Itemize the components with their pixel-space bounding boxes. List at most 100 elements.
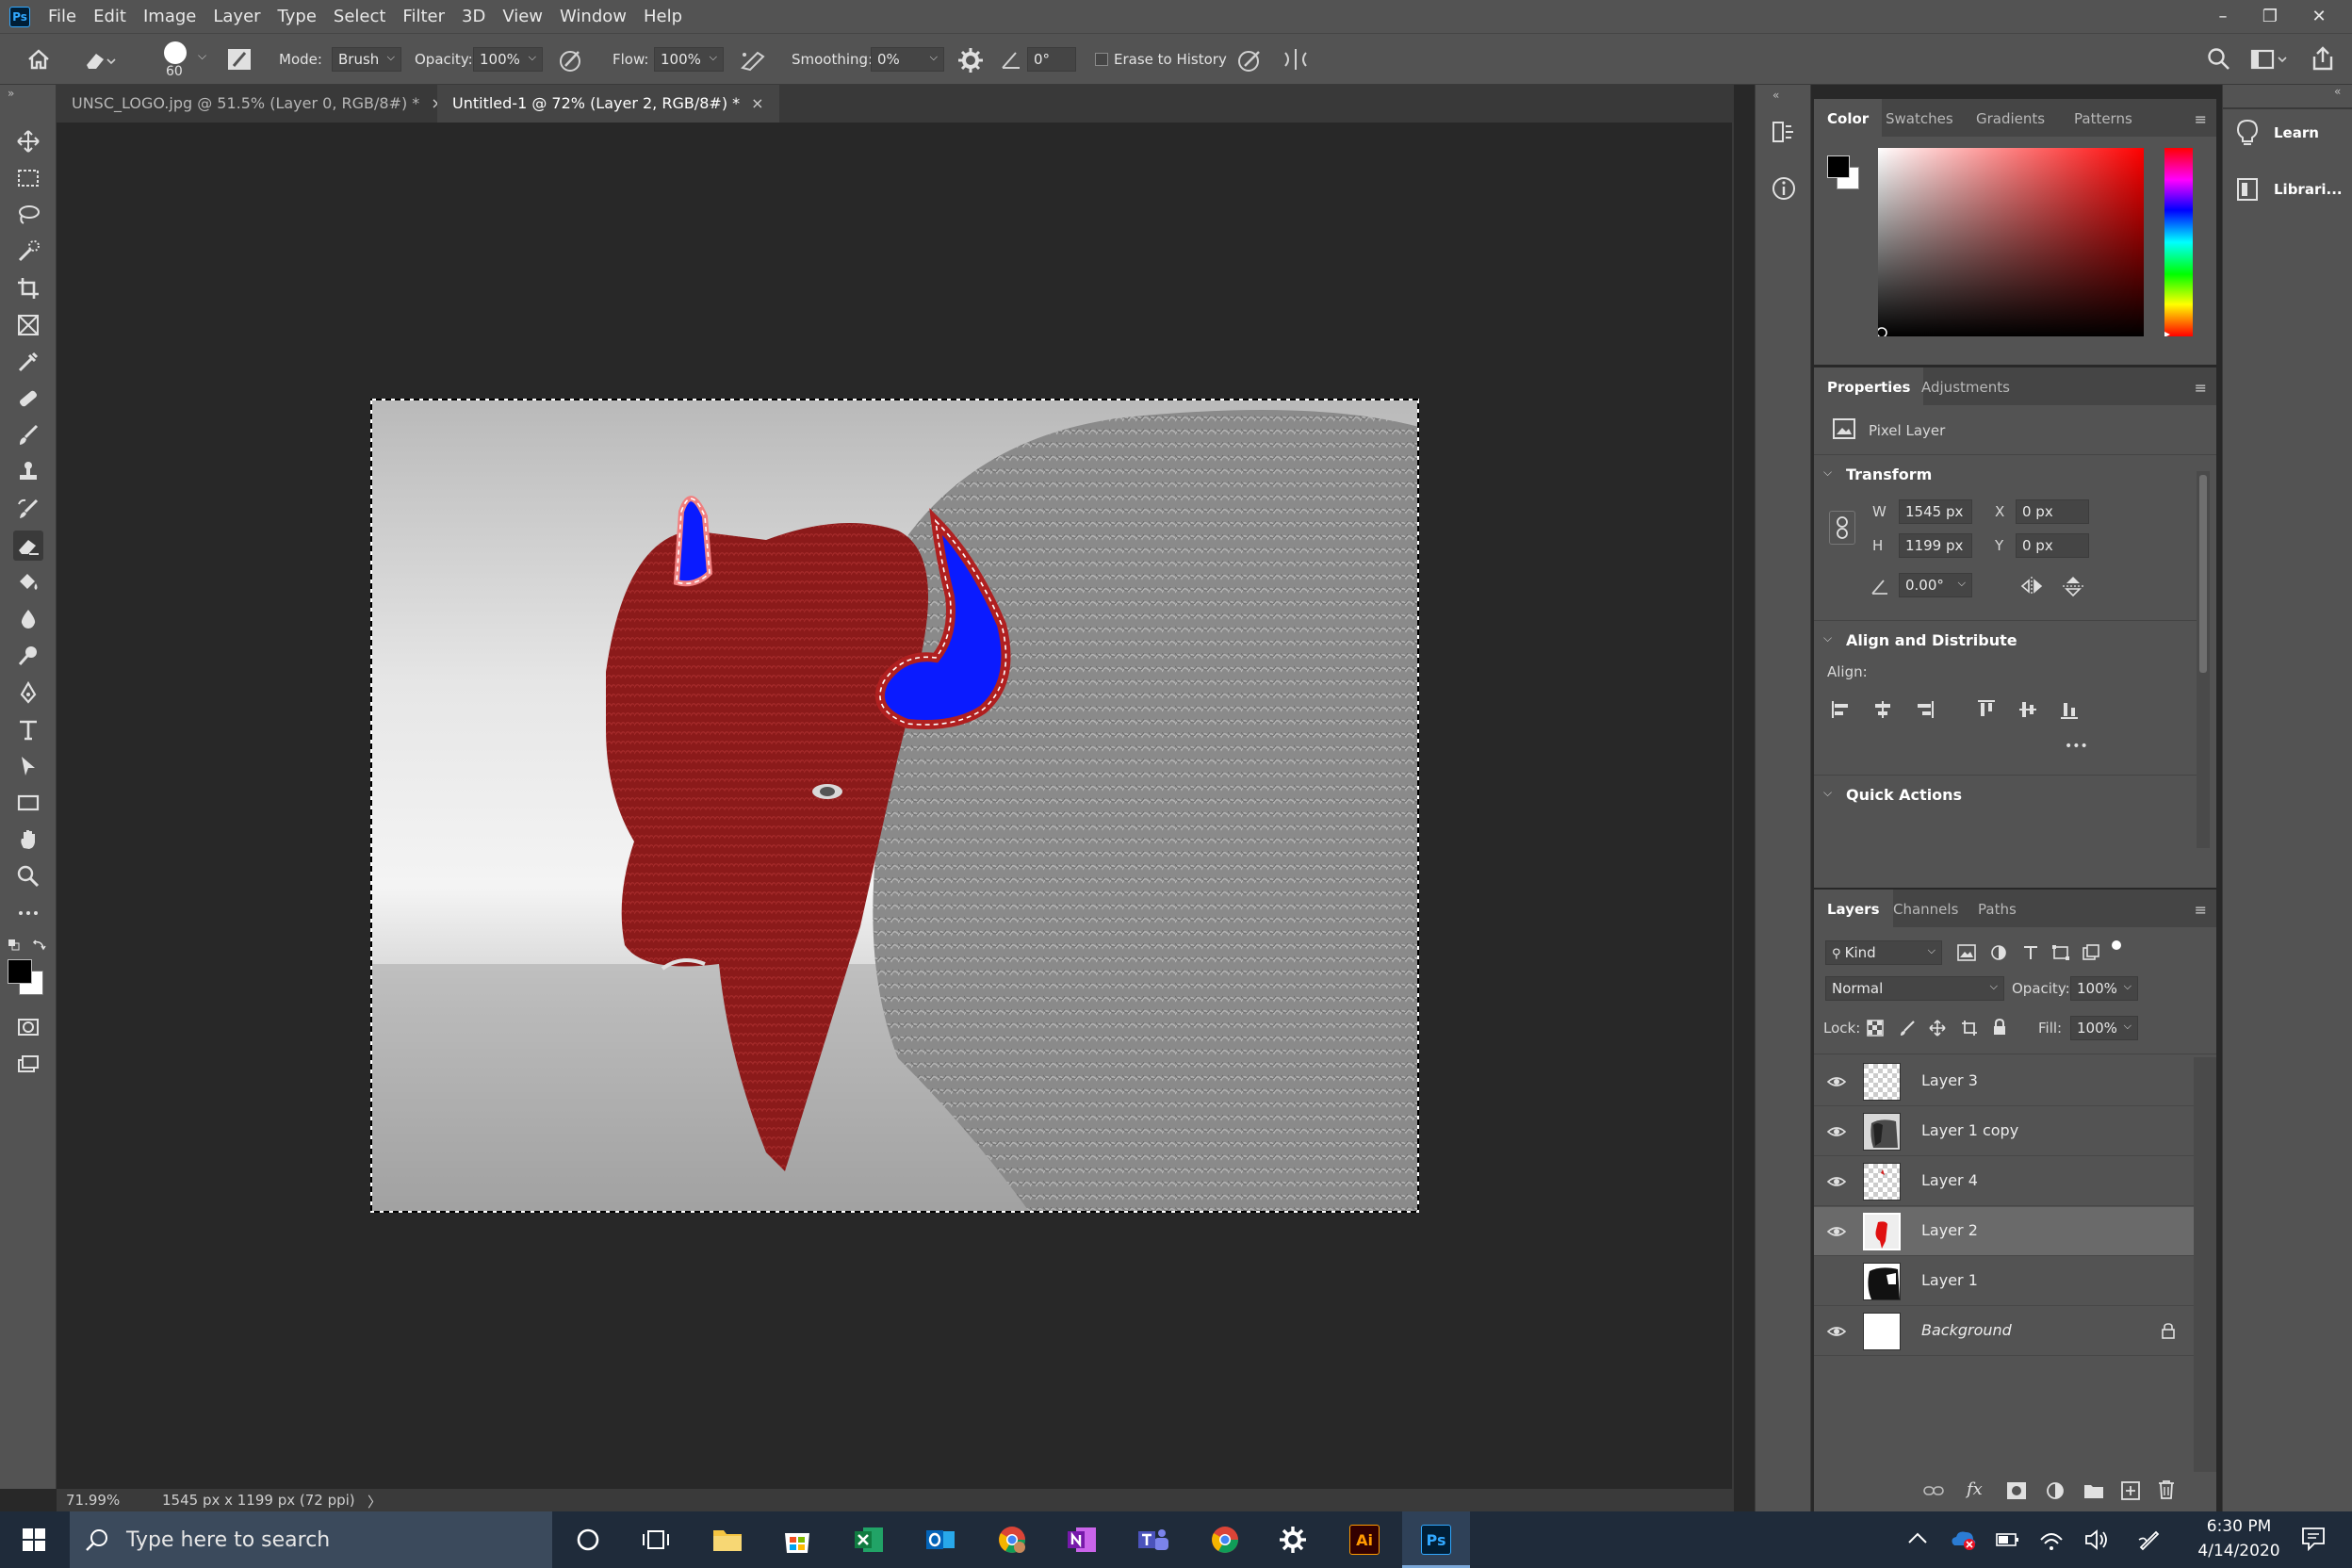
- panel-menu-icon[interactable]: ≡: [2195, 110, 2207, 128]
- menu-layer[interactable]: Layer: [204, 7, 269, 26]
- tab-untitled-1[interactable]: Untitled-1 @ 72% (Layer 2, RGB/8#) * ×: [437, 85, 779, 122]
- lock-image-icon[interactable]: [1899, 1020, 1916, 1037]
- outlook-icon[interactable]: [922, 1521, 959, 1559]
- eraser-tool-preset-icon[interactable]: [83, 46, 117, 73]
- chrome-profile-icon[interactable]: [993, 1521, 1031, 1559]
- rotation-field[interactable]: 0.00° ⌵: [1899, 573, 1972, 597]
- task-view-icon[interactable]: [637, 1521, 675, 1559]
- menu-view[interactable]: View: [494, 7, 551, 26]
- menu-type[interactable]: Type: [270, 7, 325, 26]
- y-field[interactable]: 0 px: [2016, 533, 2089, 558]
- tab-properties[interactable]: Properties: [1814, 368, 1924, 405]
- learn-label[interactable]: Learn: [2274, 124, 2319, 141]
- foreground-color-swatch[interactable]: [8, 959, 32, 984]
- flip-horizontal-icon[interactable]: [2019, 575, 2044, 597]
- lock-icon[interactable]: [2161, 1322, 2176, 1339]
- align-distribute-title[interactable]: Align and Distribute: [1846, 631, 2017, 649]
- adjustment-layer-icon[interactable]: [2046, 1481, 2065, 1500]
- chevron-down-icon[interactable]: ⌵: [1823, 466, 1832, 480]
- layer-opacity-field[interactable]: 100% ⌵: [2070, 976, 2138, 1001]
- chevron-down-icon[interactable]: ⌵: [1823, 631, 1832, 645]
- menu-file[interactable]: File: [40, 7, 85, 26]
- settings-gear-icon[interactable]: [1274, 1521, 1312, 1559]
- collapse-toolbar-icon[interactable]: »: [8, 87, 14, 100]
- collapse-icon[interactable]: «: [2334, 85, 2341, 98]
- tab-patterns[interactable]: Patterns: [2061, 99, 2146, 137]
- transform-title[interactable]: Transform: [1846, 466, 1932, 483]
- paint-bucket-tool-icon[interactable]: [13, 567, 43, 597]
- battery-icon[interactable]: [1996, 1530, 2020, 1549]
- opacity-field[interactable]: 100% ⌵: [473, 47, 543, 72]
- layer-name[interactable]: Layer 1 copy: [1921, 1121, 2018, 1139]
- new-layer-icon[interactable]: [2121, 1481, 2140, 1500]
- marquee-tool-icon[interactable]: [13, 163, 43, 193]
- brush-tool-icon[interactable]: [13, 420, 43, 450]
- collapse-icon[interactable]: «: [1772, 89, 1779, 102]
- rectangle-tool-icon[interactable]: [13, 788, 43, 818]
- swap-colors-icon[interactable]: [32, 939, 47, 952]
- width-field[interactable]: 1545 px: [1899, 499, 1972, 524]
- history-panel-icon[interactable]: [1771, 119, 1797, 145]
- restore-button[interactable]: ❐: [2246, 0, 2294, 33]
- filter-smart-object-icon[interactable]: [2082, 944, 2100, 961]
- height-field[interactable]: 1199 px: [1899, 533, 1972, 558]
- eraser-tool-icon[interactable]: [13, 531, 43, 561]
- flow-field[interactable]: 100% ⌵: [654, 47, 724, 72]
- close-icon[interactable]: ×: [751, 94, 763, 112]
- airbrush-icon[interactable]: [739, 47, 767, 74]
- hue-slider[interactable]: [2164, 148, 2193, 336]
- filter-pixel-icon[interactable]: [1957, 944, 1976, 961]
- lock-artboard-icon[interactable]: [1961, 1020, 1978, 1037]
- move-tool-icon[interactable]: [13, 126, 43, 156]
- quick-selection-tool-icon[interactable]: [13, 237, 43, 267]
- align-horizontal-center-icon[interactable]: [1872, 699, 1893, 720]
- x-field[interactable]: 0 px: [2016, 499, 2089, 524]
- vertical-scrollbar[interactable]: [1732, 122, 1734, 1489]
- brush-settings-icon[interactable]: [226, 47, 253, 72]
- layer-filter-kind[interactable]: ⚲ Kind ⌵: [1825, 940, 1942, 965]
- frame-tool-icon[interactable]: [13, 310, 43, 340]
- volume-icon[interactable]: [2084, 1528, 2109, 1551]
- align-left-icon[interactable]: [1831, 699, 1852, 720]
- blend-mode-select[interactable]: Normal ⌵: [1825, 976, 2004, 1001]
- pressure-size-icon[interactable]: [1236, 47, 1265, 74]
- illustrator-icon[interactable]: Ai: [1346, 1521, 1383, 1559]
- healing-brush-tool-icon[interactable]: [13, 384, 43, 414]
- flip-vertical-icon[interactable]: [2061, 575, 2085, 597]
- minimize-button[interactable]: –: [2199, 0, 2246, 33]
- path-selection-tool-icon[interactable]: [13, 751, 43, 781]
- teams-icon[interactable]: [1135, 1521, 1172, 1559]
- tab-gradients[interactable]: Gradients: [1963, 99, 2058, 137]
- close-window-button[interactable]: ✕: [2295, 0, 2343, 33]
- eye-hidden-icon[interactable]: [1827, 1272, 1846, 1291]
- workspace-icon[interactable]: [2250, 47, 2290, 72]
- eye-icon[interactable]: [1827, 1222, 1846, 1241]
- zoom-tool-icon[interactable]: [13, 861, 43, 891]
- chrome-icon[interactable]: [1206, 1521, 1244, 1559]
- tab-channels[interactable]: Channels: [1880, 890, 1971, 927]
- pressure-opacity-icon[interactable]: [558, 47, 584, 74]
- file-explorer-icon[interactable]: [709, 1521, 746, 1559]
- excel-icon[interactable]: [850, 1521, 888, 1559]
- lasso-tool-icon[interactable]: [13, 200, 43, 230]
- history-brush-tool-icon[interactable]: [13, 494, 43, 524]
- fill-field[interactable]: 100% ⌵: [2070, 1016, 2138, 1040]
- layer-style-fx-icon[interactable]: fx: [1967, 1479, 1983, 1499]
- menu-window[interactable]: Window: [551, 7, 635, 26]
- more-tools-icon[interactable]: [13, 898, 43, 928]
- eye-icon[interactable]: [1827, 1072, 1846, 1091]
- learn-lightbulb-icon[interactable]: [2236, 119, 2259, 147]
- hand-tool-icon[interactable]: [13, 825, 43, 855]
- align-vertical-center-icon[interactable]: [2017, 699, 2038, 720]
- brush-size-preview[interactable]: [160, 41, 192, 67]
- wifi-icon[interactable]: [2039, 1528, 2064, 1551]
- menu-edit[interactable]: Edit: [85, 7, 135, 26]
- search-icon[interactable]: [2207, 47, 2231, 72]
- add-mask-icon[interactable]: [2006, 1481, 2027, 1500]
- quick-actions-title[interactable]: Quick Actions: [1846, 786, 1962, 804]
- notifications-icon[interactable]: [2301, 1527, 2326, 1551]
- align-top-icon[interactable]: [1976, 699, 1997, 720]
- layer-row-layer-1[interactable]: Layer 1: [1814, 1257, 2194, 1306]
- onenote-icon[interactable]: [1063, 1521, 1101, 1559]
- status-menu-arrow[interactable]: 〉: [368, 1492, 382, 1511]
